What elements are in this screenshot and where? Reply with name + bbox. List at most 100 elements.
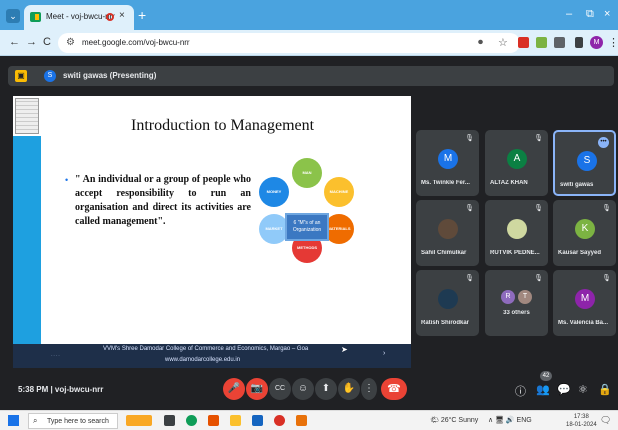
browser-tab-bar: ⌄ Meet - voj-bwcu-nrr × + – ⧉ × — [0, 0, 618, 30]
footer-college-name: VVM's Shree Damodar College of Commerce … — [103, 346, 309, 352]
participant-avatar — [438, 289, 458, 309]
participant-tile[interactable]: T R 33 others 🎙 — [485, 270, 548, 336]
host-controls-icon[interactable]: 🔒 — [598, 383, 612, 396]
participant-tile[interactable]: Sswiti gawas ••• — [553, 130, 616, 196]
system-tray[interactable]: ∧ 🖥 🔊 ENG — [488, 416, 532, 424]
participant-name: Kausar Sayyed — [558, 250, 602, 256]
participant-tile[interactable]: RUTVIK PEDNE... 🎙 — [485, 200, 548, 266]
store-icon[interactable] — [252, 415, 263, 426]
notifications-icon[interactable]: 🗨 — [600, 415, 611, 426]
participant-avatar: S — [577, 151, 597, 171]
window-close-button[interactable]: × — [604, 8, 610, 20]
minimize-button[interactable]: – — [566, 8, 572, 20]
extension-green-icon[interactable] — [536, 37, 547, 48]
clock-date: 18-01-2024 — [566, 422, 597, 428]
windows-start-icon[interactable] — [8, 415, 19, 426]
participant-tile[interactable]: M Ms. Valencia Ba... 🎙 — [553, 270, 616, 336]
participant-tile[interactable]: K Kausar Sayyed 🎙 — [553, 200, 616, 266]
participant-name: Ratish Shirodkar — [421, 320, 470, 326]
participant-name: RUTVIK PEDNE... — [490, 250, 540, 256]
new-tab-button[interactable]: + — [138, 7, 146, 23]
mouse-cursor-icon: ➤ — [341, 345, 348, 354]
leave-call-button[interactable]: ☎ — [381, 378, 407, 400]
side-panel-icon[interactable] — [575, 37, 583, 48]
participant-avatar: A — [507, 149, 527, 169]
mic-permission-icon[interactable]: ⏺ — [478, 37, 483, 48]
mic-muted-icon: 🎙 — [534, 275, 543, 282]
activities-icon[interactable]: ⚛ — [578, 383, 588, 396]
chrome-icon[interactable] — [274, 415, 285, 426]
file-explorer-icon[interactable] — [230, 415, 241, 426]
taskbar-search[interactable]: ⌕ Type here to search — [28, 413, 118, 429]
participant-name: 33 others — [503, 310, 530, 316]
footer-website: www.damodarcollege.edu.in — [165, 357, 241, 363]
meet-favicon-icon — [30, 12, 41, 22]
bookmark-star-icon[interactable]: ☆ — [498, 36, 508, 49]
meeting-info-icon[interactable]: ⓘ — [515, 383, 526, 399]
site-info-icon[interactable]: ⚙ — [66, 37, 75, 48]
participant-name: switi gawas — [560, 182, 594, 188]
meet-stage: ▣ S switi gawas (Presenting) Introductio… — [0, 56, 618, 410]
participant-avatar-extra: T — [518, 290, 532, 304]
participant-tile[interactable]: A ALTAZ KHAN 🎙 — [485, 130, 548, 196]
taskbar-clock[interactable]: 17:38 18-01-2024 — [566, 413, 597, 429]
weather-widget[interactable]: 🌤 26°C Sunny — [430, 416, 478, 424]
camera-toggle-button[interactable]: 📷 — [246, 378, 268, 400]
raise-hand-button[interactable]: ✋ — [338, 378, 360, 400]
search-placeholder[interactable]: Type here to search — [47, 418, 109, 425]
task-view-icon[interactable] — [164, 415, 175, 426]
profile-avatar[interactable]: M — [590, 36, 603, 49]
participant-tile[interactable]: Sahil Chimulkar 🎙 — [416, 200, 479, 266]
edge-icon[interactable] — [186, 415, 197, 426]
url-text[interactable]: meet.google.com/voj-bwcu-nrr — [82, 38, 190, 47]
college-crest-logo — [15, 98, 39, 134]
present-screen-icon[interactable]: ▣ — [15, 70, 27, 82]
slide-body-text: " An individual or a group of people who… — [75, 174, 251, 227]
participant-more-icon[interactable]: ••• — [598, 137, 609, 148]
app-icon[interactable] — [296, 415, 307, 426]
more-options-button[interactable]: ⋮ — [361, 378, 377, 400]
widgets-banner-icon[interactable] — [126, 415, 152, 426]
extension-red-icon[interactable] — [518, 37, 529, 48]
slide-center-label: 6 "M"s of an Organization — [285, 213, 329, 241]
mic-muted-icon: 🎙 — [465, 135, 474, 142]
emoji-button[interactable]: ☺ — [292, 378, 314, 400]
tab-title: Meet - voj-bwcu-nrr — [46, 12, 115, 21]
present-button[interactable]: ⬆ — [315, 378, 337, 400]
reload-button[interactable]: C — [43, 36, 51, 48]
people-count-badge: 42 — [540, 371, 552, 381]
participant-avatar: M — [575, 289, 595, 309]
search-icon: ⌕ — [33, 416, 38, 425]
address-bar[interactable]: ⚙ meet.google.com/voj-bwcu-nrr ⏺ ☆ — [58, 33, 520, 53]
extensions-puzzle-icon[interactable] — [554, 37, 565, 48]
shared-slide: Introduction to Management • " An indivi… — [13, 96, 411, 344]
browser-menu-icon[interactable]: ⋮ — [608, 36, 618, 49]
mic-toggle-button[interactable]: 🎤 — [223, 378, 245, 400]
forward-button[interactable]: → — [26, 36, 37, 48]
petal-machine: MACHINE — [324, 177, 354, 207]
tab-close-button[interactable]: × — [119, 10, 125, 21]
chat-icon[interactable]: 💬 — [557, 383, 571, 396]
petal-man: MAN — [292, 158, 322, 188]
participant-tile[interactable]: M Ms. Twinkle Fer... 🎙 — [416, 130, 479, 196]
participant-name: Ms. Twinkle Fer... — [421, 180, 470, 186]
restore-button[interactable]: ⧉ — [586, 8, 594, 21]
back-button[interactable]: ← — [9, 36, 20, 48]
mic-muted-icon: 🎙 — [465, 275, 474, 282]
footer-right-arrow: › — [383, 350, 386, 357]
presentation-bar: ▣ S switi gawas (Presenting) — [8, 66, 614, 86]
captions-button[interactable]: CC — [269, 378, 291, 400]
mic-muted-icon: 🎙 — [534, 205, 543, 212]
mic-muted-icon: 🎙 — [602, 205, 611, 212]
vlc-icon[interactable] — [208, 415, 219, 426]
participant-tile[interactable]: Ratish Shirodkar 🎙 — [416, 270, 479, 336]
petal-money: MONEY — [259, 177, 289, 207]
tab-meet[interactable]: Meet - voj-bwcu-nrr × — [24, 5, 134, 30]
presenter-avatar: S — [44, 70, 56, 82]
people-icon[interactable]: 👥 — [536, 383, 550, 396]
participant-avatar — [438, 219, 458, 239]
clock-time: 17:38 — [573, 414, 589, 420]
participant-avatar: M — [438, 149, 458, 169]
tab-list-button[interactable]: ⌄ — [6, 9, 20, 23]
recording-indicator-icon — [106, 13, 114, 21]
